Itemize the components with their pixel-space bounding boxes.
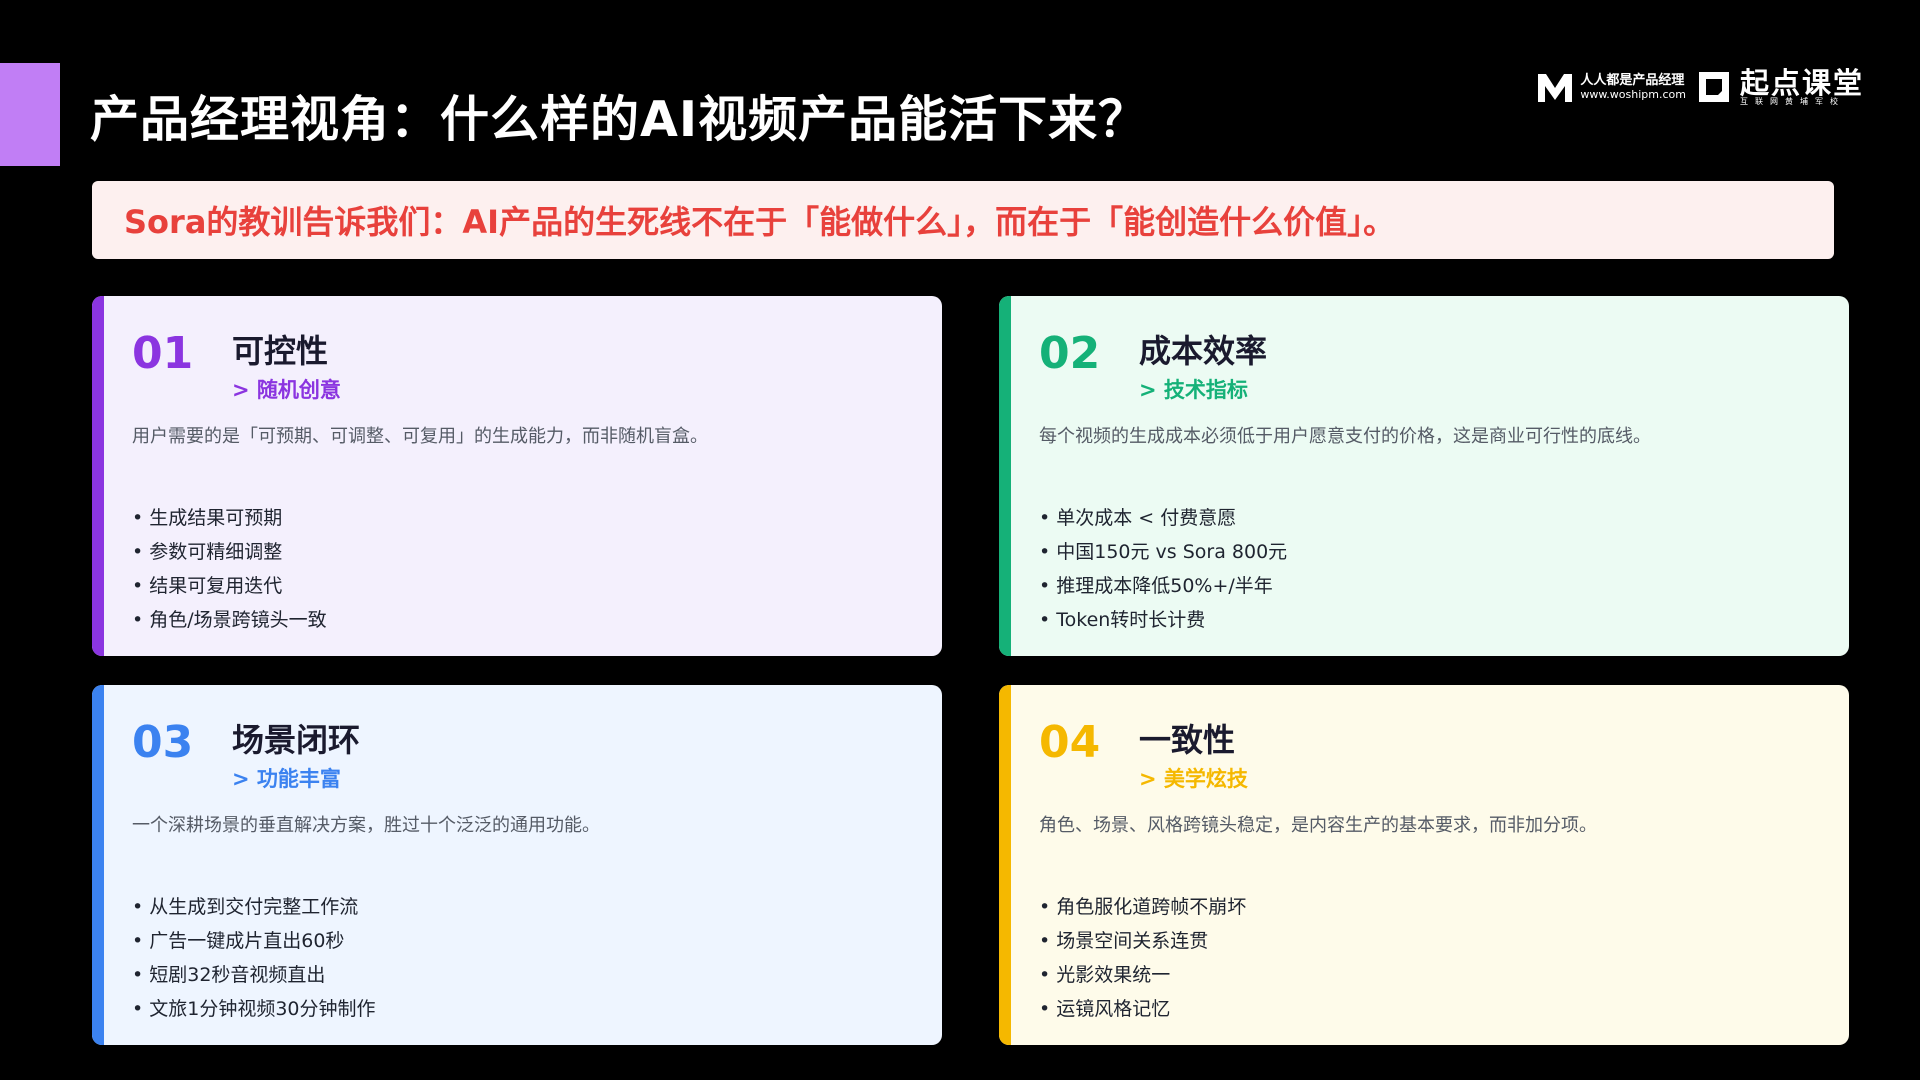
card-consistency: 04 一致性 > 美学炫技 角色、场景、风格跨镜头稳定，是内容生产的基本要求，而… xyxy=(999,685,1849,1045)
card-number: 01 xyxy=(132,328,194,379)
card-accent-bar xyxy=(999,296,1011,656)
m-logo-icon xyxy=(1538,74,1573,103)
list-item: 单次成本 < 付费意愿 xyxy=(1039,501,1287,535)
card-subtitle: > 美学炫技 xyxy=(1139,767,1248,791)
list-item: 角色服化道跨帧不崩坏 xyxy=(1039,890,1246,924)
lesson-banner: Sora的教训告诉我们：AI产品的生死线不在于「能做什么」，而在于「能创造什么价… xyxy=(92,181,1834,259)
card-subtitle: > 技术指标 xyxy=(1139,378,1248,402)
list-item: 结果可复用迭代 xyxy=(132,569,327,603)
list-item: 从生成到交付完整工作流 xyxy=(132,890,376,924)
list-item: 运镜风格记忆 xyxy=(1039,992,1246,1026)
list-item: 推理成本降低50%+/半年 xyxy=(1039,569,1287,603)
list-item: 中国150元 vs Sora 800元 xyxy=(1039,535,1287,569)
card-title: 场景闭环 xyxy=(232,721,361,759)
card-description: 用户需要的是「可预期、可调整、可复用」的生成能力，而非随机盲盒。 xyxy=(132,426,708,447)
list-item: 文旅1分钟视频30分钟制作 xyxy=(132,992,375,1026)
list-item: 角色/场景跨镜头一致 xyxy=(132,603,326,637)
logo-area: 人人都是产品经理 www.woshipm.com 起点课堂 互联网黄埔军校 xyxy=(1536,68,1864,107)
woshipm-name: 人人都是产品经理 xyxy=(1580,72,1685,88)
card-description: 一个深耕场景的垂直解决方案，胜过十个泛泛的通用功能。 xyxy=(132,815,600,836)
page-title: 产品经理视角：什么样的AI视频产品能活下来？ xyxy=(90,91,1149,148)
banner-text: Sora的教训告诉我们：AI产品的生死线不在于「能做什么」，而在于「能创造什么价… xyxy=(124,203,1396,241)
card-accent-bar xyxy=(92,685,104,1045)
list-item: 短剧32秒音视频直出 xyxy=(132,958,376,992)
card-bullet-list: 角色服化道跨帧不崩坏 场景空间关系连贯 光影效果统一 运镜风格记忆 xyxy=(1039,890,1246,1026)
woshipm-url: www.woshipm.com xyxy=(1580,87,1686,101)
qidian-logo: 起点课堂 互联网黄埔军校 xyxy=(1696,68,1864,107)
woshipm-logo-text: 人人都是产品经理 www.woshipm.com xyxy=(1580,72,1686,102)
list-item: 生成结果可预期 xyxy=(132,501,327,535)
list-item: 光影效果统一 xyxy=(1039,958,1246,992)
list-item: Token转时长计费 xyxy=(1039,603,1287,637)
card-accent-bar xyxy=(92,296,104,656)
qidian-logo-text: 起点课堂 互联网黄埔军校 xyxy=(1740,68,1864,107)
card-subtitle: > 随机创意 xyxy=(232,378,341,402)
card-scenario-loop: 03 场景闭环 > 功能丰富 一个深耕场景的垂直解决方案，胜过十个泛泛的通用功能… xyxy=(92,685,942,1045)
card-number: 02 xyxy=(1039,328,1101,379)
card-description: 角色、场景、风格跨镜头稳定，是内容生产的基本要求，而非加分项。 xyxy=(1039,815,1597,836)
qidian-name: 起点课堂 xyxy=(1739,66,1864,100)
woshipm-logo: 人人都是产品经理 www.woshipm.com xyxy=(1536,70,1686,104)
card-bullet-list: 从生成到交付完整工作流 广告一键成片直出60秒 短剧32秒音视频直出 文旅1分钟… xyxy=(132,890,376,1026)
card-title: 一致性 xyxy=(1139,721,1236,759)
card-number: 04 xyxy=(1039,717,1101,768)
accent-tab xyxy=(0,63,60,166)
card-cost-efficiency: 02 成本效率 > 技术指标 每个视频的生成成本必须低于用户愿意支付的价格，这是… xyxy=(999,296,1849,656)
q-logo-icon xyxy=(1698,72,1729,103)
card-subtitle: > 功能丰富 xyxy=(232,767,341,791)
list-item: 参数可精细调整 xyxy=(132,535,327,569)
card-title: 成本效率 xyxy=(1139,332,1268,370)
card-number: 03 xyxy=(132,717,194,768)
slide: 产品经理视角：什么样的AI视频产品能活下来？ 人人都是产品经理 www.wosh… xyxy=(0,0,1920,1080)
card-title: 可控性 xyxy=(232,332,329,370)
list-item: 场景空间关系连贯 xyxy=(1039,924,1246,958)
card-bullet-list: 生成结果可预期 参数可精细调整 结果可复用迭代 角色/场景跨镜头一致 xyxy=(132,501,327,637)
card-bullet-list: 单次成本 < 付费意愿 中国150元 vs Sora 800元 推理成本降低50… xyxy=(1039,501,1287,637)
qidian-slogan: 互联网黄埔军校 xyxy=(1739,97,1845,107)
card-accent-bar xyxy=(999,685,1011,1045)
card-controllability: 01 可控性 > 随机创意 用户需要的是「可预期、可调整、可复用」的生成能力，而… xyxy=(92,296,942,656)
list-item: 广告一键成片直出60秒 xyxy=(132,924,376,958)
card-description: 每个视频的生成成本必须低于用户愿意支付的价格，这是商业可行性的底线。 xyxy=(1039,426,1651,447)
